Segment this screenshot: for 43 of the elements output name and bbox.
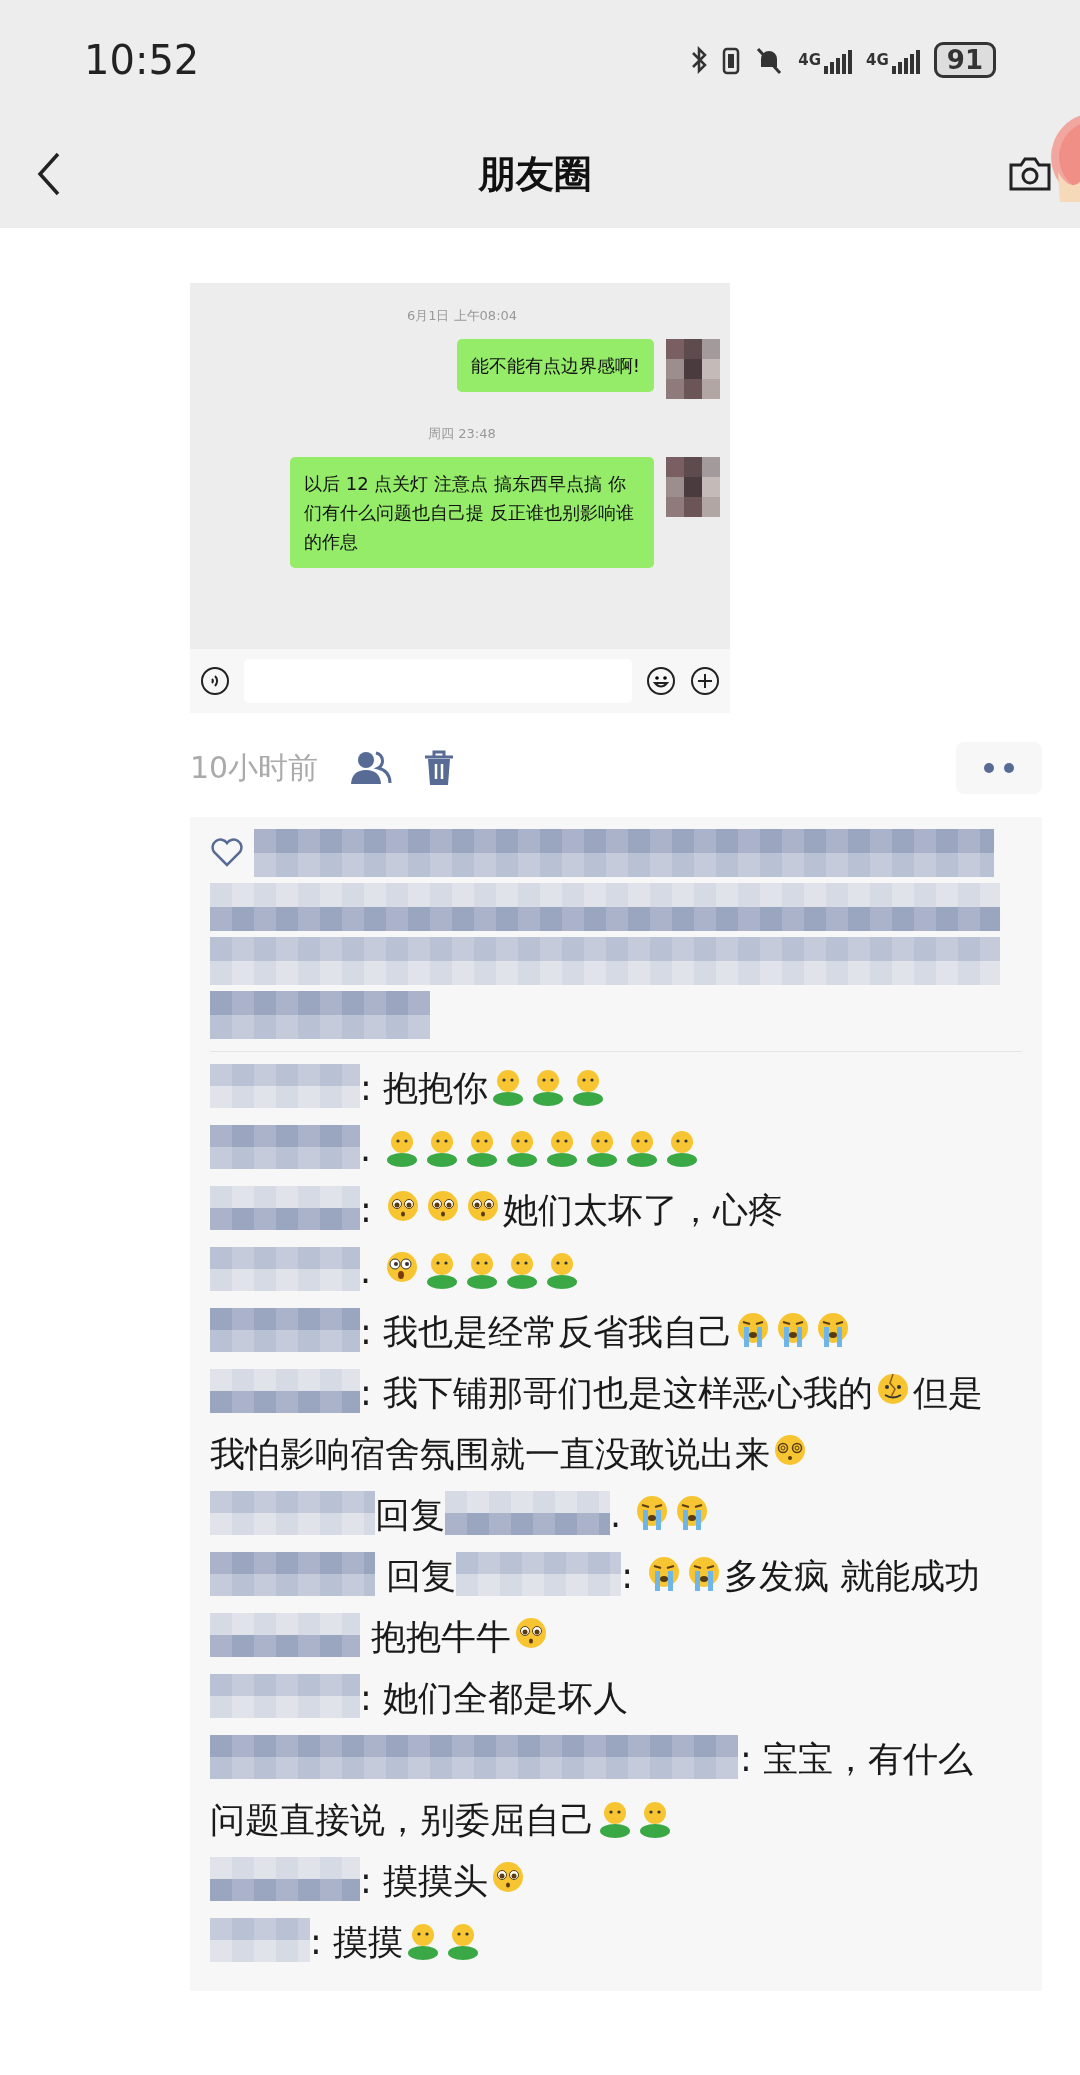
camera-icon[interactable] xyxy=(1008,156,1052,192)
vibrate-icon xyxy=(722,45,741,75)
comment-text: 但是 xyxy=(912,1373,983,1413)
comment-text: 我怕影响宿舍氛围就一直没敢说出来 xyxy=(210,1434,770,1474)
comment-text: . xyxy=(360,1129,373,1169)
comment-text: : 摸摸 xyxy=(310,1922,403,1962)
bluetooth-icon xyxy=(690,45,709,75)
more-button[interactable] xyxy=(956,742,1042,794)
trash-icon[interactable] xyxy=(424,750,455,786)
smiley-icon xyxy=(646,666,676,696)
comment-text: 回复 xyxy=(375,1495,445,1535)
comment-text: : 我也是经常反省我自己 xyxy=(360,1312,733,1352)
comment-text: . xyxy=(610,1495,623,1535)
people-icon[interactable] xyxy=(350,751,393,785)
avatar-mosaic xyxy=(666,339,720,399)
heart-icon xyxy=(210,838,244,868)
comment-text: : 宝宝，有什么 xyxy=(740,1739,973,1779)
network-label: 4G xyxy=(798,51,822,69)
comment-text: 多发疯 就能成功 xyxy=(724,1556,981,1596)
comment-text: : 她们全都是坏人 xyxy=(360,1678,628,1718)
comment-text: : 摸摸头 xyxy=(360,1861,488,1901)
comment-text: : xyxy=(360,1190,373,1230)
back-icon[interactable] xyxy=(36,152,62,196)
comment-text: : 我下铺那哥们也是这样恶心我的 xyxy=(360,1373,873,1413)
comment-text: : xyxy=(621,1556,634,1596)
comment-text: 她们太坏了，心疼 xyxy=(502,1190,783,1230)
plus-icon xyxy=(690,666,720,696)
comment-text: : 抱抱你 xyxy=(360,1068,488,1108)
battery-indicator: 91 xyxy=(933,42,996,78)
comment-text: . xyxy=(360,1251,373,1291)
post-time: 10小时前 xyxy=(190,748,319,787)
comment-text: 抱抱牛牛 xyxy=(370,1617,512,1657)
message-bubble: 能不能有点边界感啊! xyxy=(456,339,654,392)
avatar-mosaic xyxy=(666,457,720,517)
network-label: 4G xyxy=(866,51,889,69)
message-bubble: 以后 12 点关灯 注意点 搞东西早点搞 你们有什么问题也自己提 反正谁也别影响谁的作息 xyxy=(290,457,654,568)
voice-icon xyxy=(200,666,230,696)
message-time: 周四 23:48 xyxy=(428,425,496,443)
message-time: 6月1日 上午08:04 xyxy=(406,307,518,325)
page-title: 朋友圈 xyxy=(478,150,592,198)
comment-text: 回复 xyxy=(385,1556,457,1596)
status-time: 10:52 xyxy=(84,37,200,83)
comment-text: 问题直接说，别委屈自己 xyxy=(210,1800,595,1840)
